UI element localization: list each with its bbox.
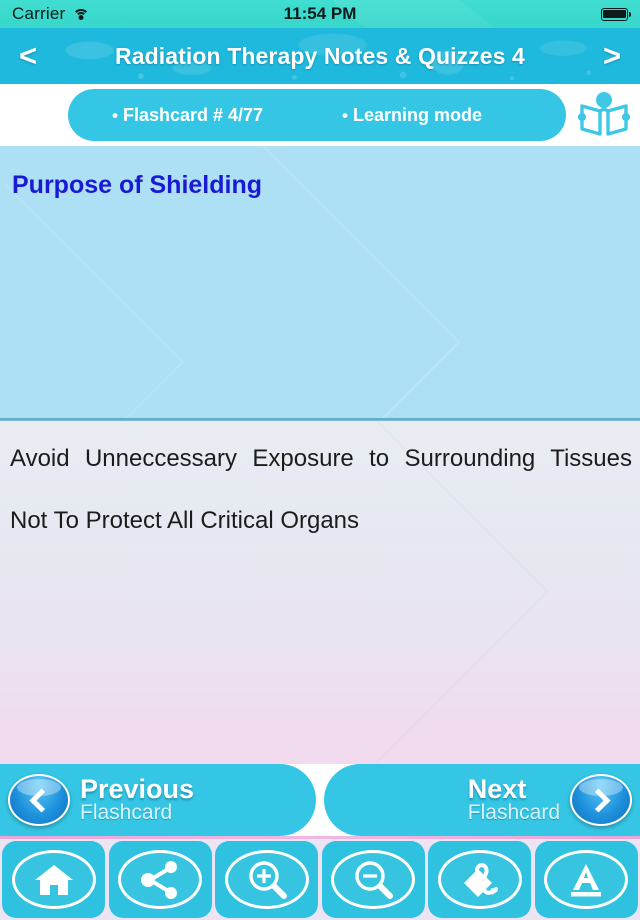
bottom-toolbar xyxy=(0,839,640,920)
share-button[interactable] xyxy=(108,841,212,918)
header-back-button[interactable]: < xyxy=(0,28,56,84)
bullet-icon: • xyxy=(342,105,348,125)
answer-text-line-1: Avoid Unneccessary Exposure to Surroundi… xyxy=(10,445,632,472)
previous-subtitle: Flashcard xyxy=(80,801,173,825)
zoom-in-icon xyxy=(224,850,309,909)
question-panel: Purpose of Shielding xyxy=(0,146,640,418)
page-title: Radiation Therapy Notes & Quizzes 4 xyxy=(115,42,525,69)
previous-flashcard-labels: Previous Flashcard xyxy=(80,773,195,825)
flashcard-app: Carrier 11:54 PM < Radiation Therapy Not… xyxy=(0,0,640,920)
answer-panel: Avoid Unneccessary Exposure to Surroundi… xyxy=(0,421,640,764)
home-icon xyxy=(11,850,96,909)
bullet-icon: • xyxy=(112,105,118,125)
flashcard-counter-label: Flashcard # 4/77 xyxy=(122,104,264,125)
chevron-left-icon[interactable] xyxy=(8,774,70,826)
zoom-out-icon xyxy=(331,850,416,909)
status-bar: Carrier 11:54 PM xyxy=(0,0,640,28)
question-text: Purpose of Shielding xyxy=(12,171,263,199)
next-flashcard-labels: Next Flashcard xyxy=(467,773,560,825)
open-book-icon[interactable] xyxy=(574,87,634,143)
status-bar-time: 11:54 PM xyxy=(283,4,357,23)
status-bar-right xyxy=(601,7,632,21)
flashcard-info-bar: • Flashcard # 4/77 • Learning mode xyxy=(0,84,640,146)
flashcard-info-pill: • Flashcard # 4/77 • Learning mode xyxy=(68,89,566,141)
header-forward-button[interactable]: > xyxy=(584,28,640,84)
next-title: Next xyxy=(467,773,527,804)
next-flashcard-button[interactable]: Next Flashcard xyxy=(324,764,640,836)
previous-flashcard-button[interactable]: Previous Flashcard xyxy=(0,764,316,836)
zoom-in-button[interactable] xyxy=(215,841,319,918)
flashcard-counter: • Flashcard # 4/77 xyxy=(112,105,263,126)
learning-mode-label: Learning mode xyxy=(352,104,482,125)
battery-full-icon xyxy=(601,7,632,21)
learning-mode: • Learning mode xyxy=(342,105,482,126)
previous-title: Previous xyxy=(80,773,195,804)
tag-button[interactable] xyxy=(428,841,532,918)
next-subtitle: Flashcard xyxy=(467,801,560,825)
share-icon xyxy=(118,850,203,909)
answer-text-line-2: Not To Protect All Critical Organs xyxy=(10,507,360,535)
zoom-out-button[interactable] xyxy=(321,841,425,918)
title-bar: < Radiation Therapy Notes & Quizzes 4 > xyxy=(0,28,640,84)
flashcard-navigation-bar: Previous Flashcard Next Flashcard xyxy=(0,764,640,836)
font-icon xyxy=(544,850,629,909)
chevron-right-icon[interactable] xyxy=(570,774,632,826)
home-button[interactable] xyxy=(2,841,105,918)
font-button[interactable] xyxy=(534,841,638,918)
tag-icon xyxy=(437,850,522,909)
